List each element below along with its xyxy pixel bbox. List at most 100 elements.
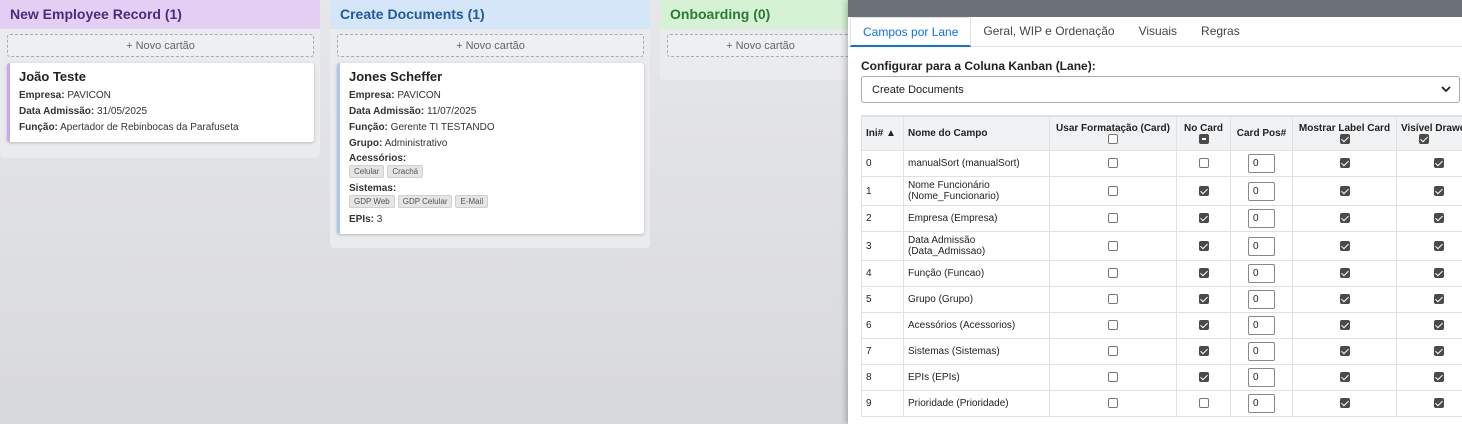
usar-formatacao-checkbox[interactable] xyxy=(1108,372,1118,383)
card-pos-input[interactable] xyxy=(1248,264,1275,283)
mostrar-label-checkbox[interactable] xyxy=(1339,398,1350,409)
field-name: Prioridade (Prioridade) xyxy=(903,390,1050,417)
kanban-card[interactable]: Jones Scheffer Empresa: PAVICON Data Adm… xyxy=(337,63,644,234)
card-pos-input[interactable] xyxy=(1248,209,1275,228)
no-card-checkbox[interactable] xyxy=(1198,185,1209,196)
card-field: Grupo: Administrativo xyxy=(349,136,636,152)
field-name: Função (Funcao) xyxy=(903,260,1050,287)
no-card-checkbox[interactable] xyxy=(1198,213,1209,224)
usar-formatacao-cell xyxy=(1049,205,1177,232)
card-pos-input[interactable] xyxy=(1248,236,1275,256)
usar-formatacao-cell xyxy=(1049,364,1177,391)
visivel-drawer-checkbox[interactable] xyxy=(1434,372,1444,383)
usar-formatacao-checkbox[interactable] xyxy=(1108,158,1118,169)
card-pos-input[interactable] xyxy=(1248,342,1275,361)
tab-geral-wip-ordenacao[interactable]: Geral, WIP e Ordenação xyxy=(971,17,1126,47)
toggle-all-visivel-drawer[interactable] xyxy=(1419,133,1429,144)
toggle-all-no-card[interactable] xyxy=(1198,133,1209,144)
tab-regras[interactable]: Regras xyxy=(1189,17,1252,47)
mostrar-label-checkbox[interactable] xyxy=(1339,268,1350,279)
tag: Celular xyxy=(349,165,385,178)
usar-formatacao-checkbox[interactable] xyxy=(1108,294,1118,305)
no-card-checkbox[interactable] xyxy=(1198,158,1209,169)
add-card-button[interactable]: + Novo cartão xyxy=(337,34,644,57)
col-nome-campo: Nome do Campo xyxy=(903,116,1050,151)
mostrar-label-checkbox[interactable] xyxy=(1339,294,1350,305)
kanban-card[interactable]: João Teste Empresa: PAVICON Data Admissã… xyxy=(7,63,314,142)
visivel-drawer-checkbox[interactable] xyxy=(1434,240,1444,251)
usar-formatacao-checkbox[interactable] xyxy=(1108,185,1118,196)
field-name: Grupo (Grupo) xyxy=(903,286,1050,313)
visivel-drawer-checkbox[interactable] xyxy=(1434,398,1444,409)
card-pos-cell xyxy=(1230,286,1293,313)
mostrar-label-checkbox[interactable] xyxy=(1339,346,1350,357)
table-row: 0 manualSort (manualSort) xyxy=(861,150,1462,177)
usar-formatacao-checkbox[interactable] xyxy=(1108,346,1118,357)
table-row: 4 Função (Funcao) xyxy=(861,260,1462,287)
card-pos-input[interactable] xyxy=(1248,181,1275,201)
table-row: 5 Grupo (Grupo) xyxy=(861,286,1462,313)
card-title: Jones Scheffer xyxy=(349,69,443,84)
no-card-checkbox[interactable] xyxy=(1198,320,1209,331)
usar-formatacao-checkbox[interactable] xyxy=(1108,213,1118,224)
add-card-button[interactable]: + Novo cartão xyxy=(7,34,314,57)
row-index: 0 xyxy=(861,150,904,177)
no-card-checkbox[interactable] xyxy=(1198,240,1209,251)
field-label: Sistemas: xyxy=(349,183,397,194)
table-row: 1 Nome Funcionário (Nome_Funcionario) xyxy=(861,176,1462,206)
lane-title: Create Documents (1) xyxy=(330,0,650,29)
visivel-drawer-cell xyxy=(1396,364,1462,391)
visivel-drawer-checkbox[interactable] xyxy=(1434,213,1444,224)
card-pos-input[interactable] xyxy=(1248,368,1275,387)
tab-campos-por-lane[interactable]: Campos por Lane xyxy=(850,17,972,47)
visivel-drawer-checkbox[interactable] xyxy=(1434,185,1444,196)
card-pos-input[interactable] xyxy=(1248,394,1275,413)
visivel-drawer-checkbox[interactable] xyxy=(1434,320,1444,331)
tag: Crachá xyxy=(387,165,424,178)
card-field: Empresa: PAVICON xyxy=(19,88,306,104)
card-pos-input[interactable] xyxy=(1248,154,1275,173)
toggle-all-mostrar-label[interactable] xyxy=(1339,133,1350,144)
no-card-checkbox[interactable] xyxy=(1198,398,1209,409)
mostrar-label-cell xyxy=(1292,176,1397,206)
mostrar-label-checkbox[interactable] xyxy=(1339,372,1350,383)
usar-formatacao-cell xyxy=(1049,286,1177,313)
card-pos-input[interactable] xyxy=(1248,290,1275,309)
usar-formatacao-cell xyxy=(1049,150,1177,177)
visivel-drawer-checkbox[interactable] xyxy=(1434,158,1444,169)
tag: GDP Web xyxy=(349,195,395,208)
no-card-checkbox[interactable] xyxy=(1198,346,1209,357)
no-card-checkbox[interactable] xyxy=(1198,268,1209,279)
no-card-checkbox[interactable] xyxy=(1198,294,1209,305)
toggle-all-formatacao[interactable] xyxy=(1108,133,1118,144)
card-field: Acessórios: xyxy=(349,152,636,165)
mostrar-label-checkbox[interactable] xyxy=(1339,213,1350,224)
no-card-checkbox[interactable] xyxy=(1198,372,1209,383)
usar-formatacao-checkbox[interactable] xyxy=(1108,398,1118,409)
field-value: PAVICON xyxy=(397,90,441,101)
field-value: Apertador de Rebinbocas da Parafuseta xyxy=(60,122,239,133)
tab-visuais[interactable]: Visuais xyxy=(1127,17,1189,47)
col-ini-sort[interactable]: Ini# ▲ xyxy=(861,116,904,151)
mostrar-label-checkbox[interactable] xyxy=(1339,185,1350,196)
row-index: 4 xyxy=(861,260,904,287)
usar-formatacao-checkbox[interactable] xyxy=(1108,240,1118,251)
mostrar-label-cell xyxy=(1292,338,1397,365)
mostrar-label-checkbox[interactable] xyxy=(1339,158,1350,169)
field-value: 31/05/2025 xyxy=(97,106,148,117)
row-index: 2 xyxy=(861,205,904,232)
visivel-drawer-cell xyxy=(1396,338,1462,365)
usar-formatacao-checkbox[interactable] xyxy=(1108,268,1118,279)
usar-formatacao-checkbox[interactable] xyxy=(1108,320,1118,331)
add-card-button[interactable]: + Novo cartão xyxy=(667,34,854,57)
no-card-cell xyxy=(1176,260,1231,287)
mostrar-label-checkbox[interactable] xyxy=(1339,240,1350,251)
visivel-drawer-checkbox[interactable] xyxy=(1434,294,1444,305)
lane-onboarding: Onboarding (0) + Novo cartão xyxy=(660,0,860,80)
card-pos-input[interactable] xyxy=(1248,316,1275,335)
mostrar-label-checkbox[interactable] xyxy=(1339,320,1350,331)
kanban-board: New Employee Record (1) + Novo cartão Jo… xyxy=(0,0,860,424)
visivel-drawer-checkbox[interactable] xyxy=(1434,268,1444,279)
lane-select[interactable]: Create Documents xyxy=(861,76,1460,103)
visivel-drawer-checkbox[interactable] xyxy=(1434,346,1444,357)
